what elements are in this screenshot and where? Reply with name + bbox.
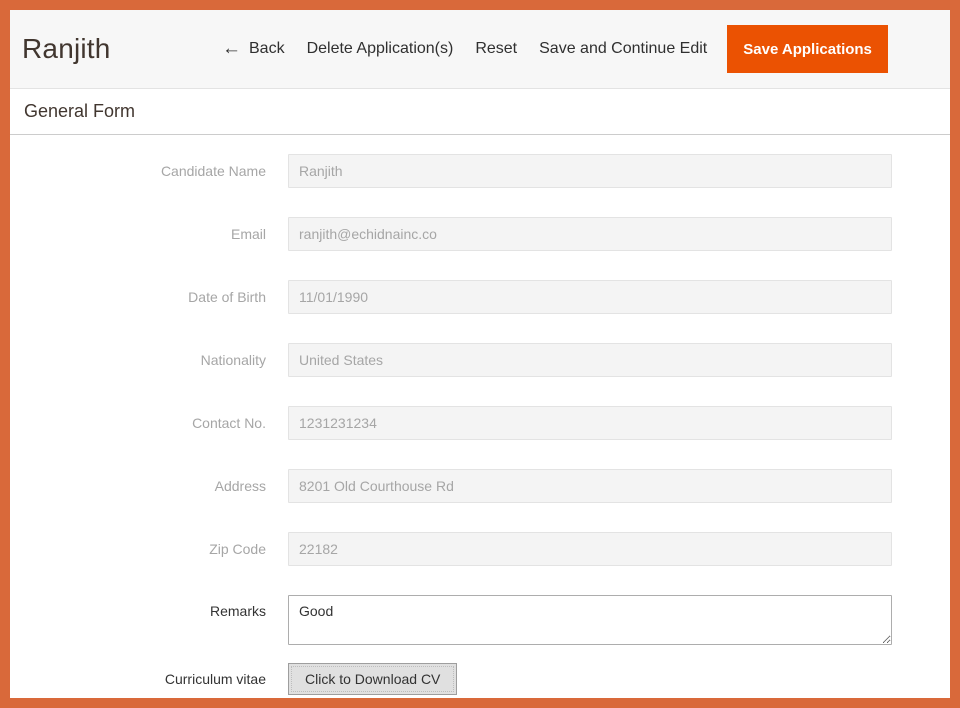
control-curriculum-vitae: Click to Download CV bbox=[288, 663, 950, 695]
back-button[interactable]: ← Back bbox=[222, 36, 285, 63]
input-zip-code[interactable] bbox=[288, 532, 892, 566]
field-row-nationality: Nationality bbox=[10, 343, 950, 406]
download-cv-button[interactable]: Click to Download CV bbox=[288, 663, 457, 695]
page-title: Ranjith bbox=[22, 35, 111, 63]
label-remarks: Remarks bbox=[10, 595, 288, 627]
control-contact-no bbox=[288, 406, 950, 440]
field-row-remarks: Remarks bbox=[10, 595, 950, 663]
save-applications-button[interactable]: Save Applications bbox=[727, 25, 888, 73]
control-nationality bbox=[288, 343, 950, 377]
field-row-email: Email bbox=[10, 217, 950, 280]
control-candidate-name bbox=[288, 154, 950, 188]
label-zip-code: Zip Code bbox=[10, 532, 288, 566]
input-remarks[interactable] bbox=[288, 595, 892, 645]
delete-applications-button[interactable]: Delete Application(s) bbox=[307, 36, 454, 62]
field-row-contact-no: Contact No. bbox=[10, 406, 950, 469]
save-and-continue-edit-button[interactable]: Save and Continue Edit bbox=[539, 36, 707, 62]
control-remarks bbox=[288, 595, 950, 645]
back-button-label: Back bbox=[249, 40, 285, 58]
general-form: Candidate Name Email Date of Birth Natio… bbox=[10, 135, 950, 698]
input-date-of-birth[interactable] bbox=[288, 280, 892, 314]
input-nationality[interactable] bbox=[288, 343, 892, 377]
page-frame: Ranjith ← Back Delete Application(s) Res… bbox=[0, 0, 960, 708]
field-row-address: Address bbox=[10, 469, 950, 532]
label-date-of-birth: Date of Birth bbox=[10, 280, 288, 314]
input-address[interactable] bbox=[288, 469, 892, 503]
control-address bbox=[288, 469, 950, 503]
input-email[interactable] bbox=[288, 217, 892, 251]
label-contact-no: Contact No. bbox=[10, 406, 288, 440]
arrow-left-icon: ← bbox=[222, 39, 241, 58]
control-email bbox=[288, 217, 950, 251]
field-row-date-of-birth: Date of Birth bbox=[10, 280, 950, 343]
field-row-candidate-name: Candidate Name bbox=[10, 154, 950, 217]
control-date-of-birth bbox=[288, 280, 950, 314]
label-candidate-name: Candidate Name bbox=[10, 154, 288, 188]
label-curriculum-vitae: Curriculum vitae bbox=[10, 663, 288, 695]
header-actions: ← Back Delete Application(s) Reset Save … bbox=[222, 10, 888, 88]
label-email: Email bbox=[10, 217, 288, 251]
input-contact-no[interactable] bbox=[288, 406, 892, 440]
label-address: Address bbox=[10, 469, 288, 503]
control-zip-code bbox=[288, 532, 950, 566]
general-form-section-header: General Form bbox=[10, 88, 950, 135]
page-content: Ranjith ← Back Delete Application(s) Res… bbox=[10, 10, 950, 698]
field-row-curriculum-vitae: Curriculum vitae Click to Download CV bbox=[10, 663, 950, 698]
page-header: Ranjith ← Back Delete Application(s) Res… bbox=[10, 10, 950, 88]
reset-button[interactable]: Reset bbox=[475, 36, 517, 62]
field-row-zip-code: Zip Code bbox=[10, 532, 950, 595]
section-title: General Form bbox=[24, 101, 135, 122]
input-candidate-name[interactable] bbox=[288, 154, 892, 188]
label-nationality: Nationality bbox=[10, 343, 288, 377]
